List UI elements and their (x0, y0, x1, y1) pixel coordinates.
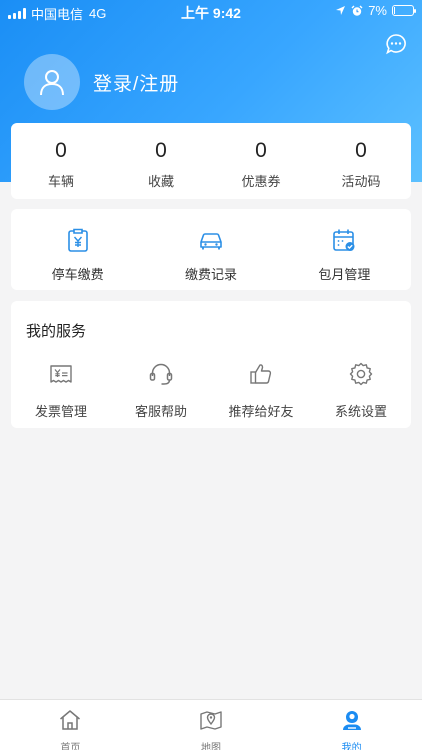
message-button[interactable] (385, 33, 407, 55)
system-settings-button[interactable]: 系统设置 (311, 361, 411, 420)
tab-label: 首页 (60, 743, 81, 750)
tab-mine[interactable]: 我的 (281, 700, 422, 750)
gear-icon (349, 362, 373, 386)
user-avatar-icon (40, 70, 64, 96)
headset-icon (149, 363, 173, 385)
stats-card: 0 车辆 0 收藏 0 优惠券 0 活动码 (11, 123, 411, 199)
tab-label: 地图 (201, 743, 221, 750)
tab-map[interactable]: 地图 (141, 700, 282, 750)
status-bar: 中国电信 4G 上午 9:42 7% (0, 0, 422, 22)
battery-icon (392, 5, 416, 16)
status-right: 7% (335, 3, 416, 18)
services-card: 我的服务 发票管理 客服帮助 推荐给好友 系统设置 (11, 301, 411, 428)
battery-fill (394, 7, 395, 14)
stat-label: 优惠券 (241, 174, 281, 189)
parking-payment-icon (67, 228, 88, 252)
quick-action-label: 包月管理 (318, 267, 371, 282)
chat-bubble-icon (386, 34, 406, 55)
quick-action-label: 停车缴费 (51, 267, 104, 282)
parking-payment-button[interactable]: 停车缴费 (11, 209, 144, 290)
monthly-management-button[interactable]: 包月管理 (278, 209, 411, 290)
payment-records-button[interactable]: 缴费记录 (144, 209, 277, 290)
invoice-management-button[interactable]: 发票管理 (11, 361, 111, 420)
location-arrow-icon (336, 6, 346, 15)
quick-action-label: 缴费记录 (184, 267, 237, 282)
stat-favorites[interactable]: 0 收藏 (111, 123, 211, 199)
service-label: 发票管理 (34, 404, 87, 419)
customer-service-button[interactable]: 客服帮助 (111, 361, 211, 420)
stat-label: 活动码 (341, 174, 381, 189)
quick-actions-card: 停车缴费 缴费记录 包月管理 (11, 209, 411, 290)
tab-home[interactable]: 首页 (0, 700, 141, 750)
thumbs-up-icon (250, 364, 272, 384)
stat-value: 0 (255, 139, 267, 162)
home-icon (60, 710, 81, 730)
login-register-link[interactable]: 登录/注册 (93, 69, 179, 96)
tab-label: 我的 (341, 743, 362, 750)
services-title: 我的服务 (26, 323, 87, 340)
alarm-icon (351, 5, 363, 16)
service-label: 客服帮助 (134, 404, 187, 419)
stat-coupons[interactable]: 0 优惠券 (211, 123, 311, 199)
service-label: 系统设置 (334, 404, 387, 419)
avatar[interactable] (24, 54, 80, 110)
stat-value: 0 (55, 139, 67, 162)
services-row: 发票管理 客服帮助 推荐给好友 系统设置 (11, 361, 411, 420)
stat-value: 0 (155, 139, 167, 162)
bottom-tab-bar: 首页 地图 我的 (0, 699, 422, 750)
stat-label: 收藏 (147, 174, 174, 189)
calendar-check-icon (333, 229, 355, 251)
service-label: 推荐给好友 (228, 404, 294, 419)
profile-icon (342, 711, 361, 730)
stat-value: 0 (355, 139, 367, 162)
invoice-icon (50, 365, 72, 383)
car-icon (200, 233, 222, 250)
map-icon (200, 711, 222, 730)
stat-vehicles[interactable]: 0 车辆 (11, 123, 111, 199)
battery-percent: 7% (368, 3, 387, 18)
recommend-to-friend-button[interactable]: 推荐给好友 (211, 361, 311, 420)
stat-label: 车辆 (47, 174, 74, 189)
stat-activity-codes[interactable]: 0 活动码 (311, 123, 411, 199)
